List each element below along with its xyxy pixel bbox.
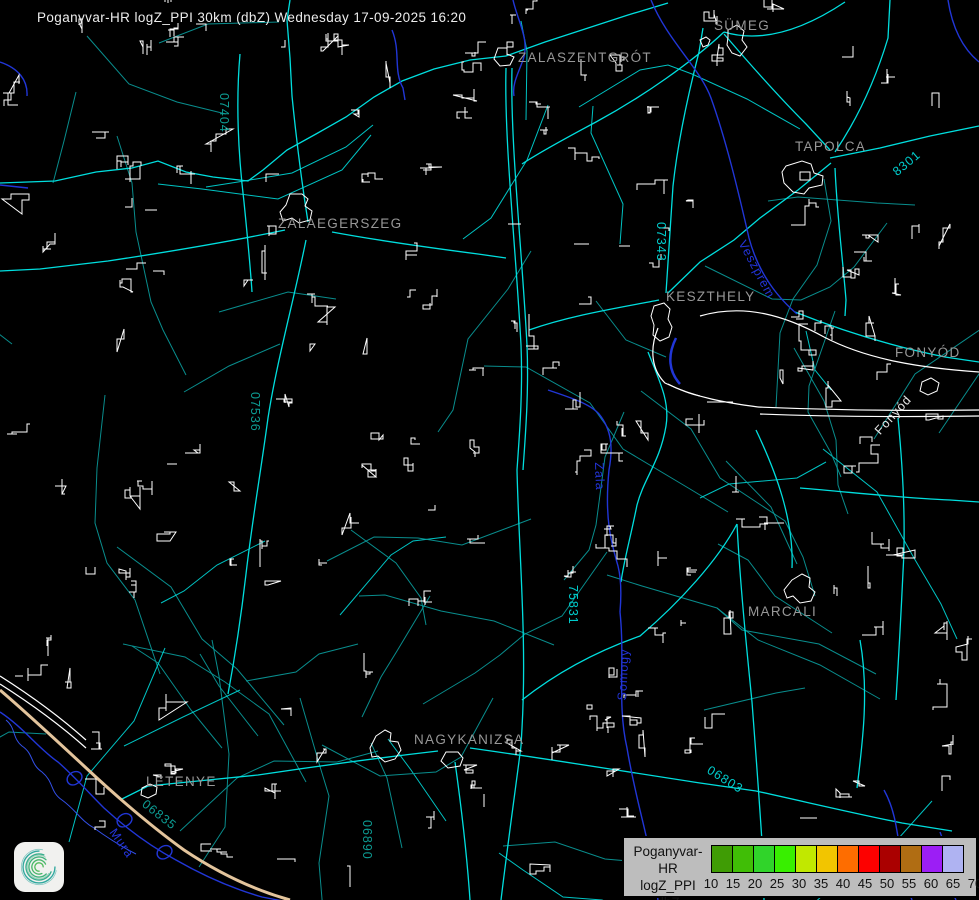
water-label: Somogy	[615, 648, 632, 701]
city-label: MARCALI	[748, 604, 817, 619]
city-label: ZALASZENTGRÓT	[518, 50, 652, 65]
road-number-label: 07404	[217, 93, 231, 133]
legend-tick-label: 10	[704, 876, 718, 891]
legend-tick-label: 50	[880, 876, 894, 891]
road-number-label: 06835	[139, 797, 179, 833]
legend-tick-label: 55	[902, 876, 916, 891]
legend-tick-label: 20	[748, 876, 762, 891]
radar-map-viewport: Poganyvar-HR logZ_PPI 30km (dbZ) Wednesd…	[0, 0, 979, 900]
legend-tick-label: 35	[814, 876, 828, 891]
road-number-label: 07343	[654, 222, 668, 262]
road-number-label: 06890	[360, 820, 374, 860]
legend-tick-label: 70	[968, 876, 979, 891]
road-number-label: 8301	[890, 148, 923, 179]
met-spiral-logo	[14, 842, 64, 892]
road-number-label: 07536	[248, 392, 262, 432]
product-title: Poganyvar-HR logZ_PPI 30km (dbZ) Wednesd…	[37, 10, 466, 25]
city-label: KESZTHELY	[666, 289, 755, 304]
city-label: FONYÓD	[895, 345, 961, 360]
legend-tick-row: 10 15 20 25 30 35 40 45 50 55 60 65 70	[624, 838, 976, 896]
spiral-icon	[18, 846, 60, 888]
legend-tick-label: 60	[924, 876, 938, 891]
legend-tick-label: 45	[858, 876, 872, 891]
city-label: TAPOLCA	[795, 139, 866, 154]
legend-panel: Poganyvar-HR logZ_PPI dbZ 10152025303540…	[622, 836, 978, 898]
city-label: SÜMEG	[714, 18, 770, 33]
road-number-label: 06803	[705, 763, 746, 796]
city-label: LETENYE	[146, 774, 217, 789]
water-label: Fonyód	[872, 393, 914, 438]
legend-tick-label: 40	[836, 876, 850, 891]
legend-tick-label: 65	[946, 876, 960, 891]
road-number-label: 75831	[566, 585, 580, 625]
legend-tick-label: 25	[770, 876, 784, 891]
legend-tick-label: 15	[726, 876, 740, 891]
legend-tick-label: 30	[792, 876, 806, 891]
map-labels: SÜMEG ZALASZENTGRÓT TAPOLCA ZALAEGERSZEG KES…	[0, 0, 979, 900]
city-label: NAGYKANIZSA	[414, 732, 524, 747]
water-label: Zala	[592, 462, 607, 491]
water-label: Mura	[107, 826, 137, 861]
city-label: ZALAEGERSZEG	[278, 216, 402, 231]
